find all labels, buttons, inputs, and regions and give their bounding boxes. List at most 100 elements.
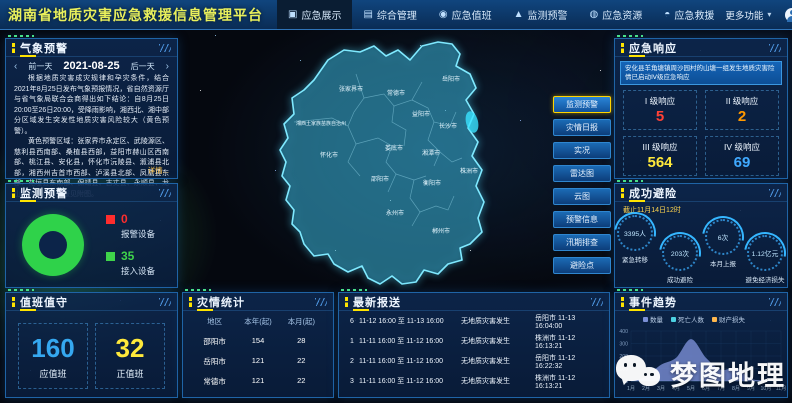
nav-item-label: 综合管理 <box>377 7 417 22</box>
nav-item[interactable]: ▤ 综合管理 <box>352 0 427 29</box>
nav-item[interactable]: ▲ 监测预警 <box>503 0 579 29</box>
app-header: 湖南省地质灾害应急救援信息管理平台 ▣ 应急展示 ▤ 综合管理 ◉ 应急值班 ▲… <box>0 0 792 30</box>
legend-label: 接入设备 <box>106 265 155 277</box>
report-seq: 2 <box>345 358 359 365</box>
map-layer-button[interactable]: 雷达图 <box>553 165 611 182</box>
map-city-label[interactable]: 衡阳市 <box>423 179 441 187</box>
report-source-time: 岳阳市 11-13 16:04:00 <box>535 313 603 330</box>
nav-item[interactable]: ◓ 应急救援 <box>653 0 725 29</box>
report-row[interactable]: 1 11-11 16:00 至 11-12 16:00 无地质灾害发生 株洲市 … <box>339 331 609 351</box>
map-city-label[interactable]: 邵阳市 <box>371 175 389 183</box>
level-value: 69 <box>734 154 751 171</box>
title-accent <box>189 297 192 307</box>
title-accent <box>12 297 15 307</box>
report-seq: 6 <box>345 318 359 325</box>
corner-lines-icon <box>159 189 171 197</box>
corner-lines-icon <box>591 298 603 306</box>
panel-header: 事件趋势 <box>615 293 787 311</box>
report-row[interactable]: 6 11-12 16:00 至 11-13 16:00 无地质灾害发生 岳阳市 … <box>339 311 609 331</box>
svg-text:6月: 6月 <box>702 385 710 392</box>
level-label: IV 级响应 <box>724 141 760 153</box>
cell-year-count: 154 <box>236 336 279 347</box>
map-city-label[interactable]: 张家界市 <box>339 85 363 93</box>
svg-text:3月: 3月 <box>657 385 665 392</box>
title-accent <box>12 43 15 53</box>
nav-item[interactable]: ◉ 应急值班 <box>428 0 503 29</box>
svg-text:9月: 9月 <box>747 385 755 392</box>
cell-region: 邵阳市 <box>193 336 236 347</box>
reports-list: 6 11-12 16:00 至 11-13 16:00 无地质灾害发生 岳阳市 … <box>339 311 609 391</box>
legend-text: 死亡人数 <box>678 314 704 324</box>
report-row[interactable]: 3 11-11 16:00 至 11-12 16:00 无地质灾害发生 株洲市 … <box>339 371 609 391</box>
chevron-down-icon: ▾ <box>767 10 771 19</box>
statistics-table: 地区 本年(起) 本月(起) 邵阳市 154 28 岳阳市 121 22 <box>183 311 333 387</box>
nav-item[interactable]: ◍ 应急资源 <box>579 0 654 29</box>
table-row[interactable]: 邵阳市 154 28 <box>193 336 323 347</box>
trend-legend-item[interactable]: 死亡人数 <box>671 314 704 324</box>
map-city-label[interactable]: 岳阳市 <box>442 75 460 83</box>
column-header: 本月(起) <box>280 316 323 327</box>
title-accent <box>621 188 624 198</box>
user-menu[interactable]: 管理员 ▾ <box>785 8 792 22</box>
legend-mark <box>712 317 717 322</box>
level-value: 564 <box>647 154 672 171</box>
map-city-label[interactable]: 株洲市 <box>460 167 478 175</box>
main-nav: ▣ 应急展示 ▤ 综合管理 ◉ 应急值班 ▲ 监测预警 ◍ 应急资源 <box>277 0 725 29</box>
panel-title: 值班值守 <box>20 294 68 310</box>
report-status: 无地质灾害发生 <box>461 336 535 346</box>
response-levels: I 级响应 5 II 级响应 2 III 级响应 564 IV 级响应 69 <box>615 85 787 176</box>
hunan-province-map[interactable]: 张家界市常德市 岳阳市湘西土家族苗族自治州 益阳市长沙市怀化市 娄底市湘潭市株洲市邵阳… <box>236 34 548 290</box>
device-donut-chart: 0 报警设备 35 接入设备 <box>6 202 177 277</box>
report-status: 无地质灾害发生 <box>461 376 535 386</box>
trend-legend-item[interactable]: 财产损失 <box>712 314 745 324</box>
report-period: 11-12 16:00 至 11-13 16:00 <box>359 316 461 326</box>
cell-year-count: 121 <box>236 356 279 367</box>
map-city-label[interactable]: 益阳市 <box>412 110 430 118</box>
svg-text:400: 400 <box>619 329 628 335</box>
map-city-label[interactable]: 娄底市 <box>385 144 403 152</box>
details-link[interactable]: 详情... <box>148 165 169 176</box>
map-layer-button[interactable]: 实况 <box>553 142 611 159</box>
map-city-label[interactable]: 郴州市 <box>432 227 450 235</box>
nav-item[interactable]: ▣ 应急展示 <box>277 0 352 29</box>
map-city-label[interactable]: 永州市 <box>386 209 404 217</box>
duty-stat-box: 32 正值班 <box>95 323 165 389</box>
next-arrow-icon[interactable]: › <box>166 61 169 72</box>
header-right: 更多功能 ▾ 管理员 ▾ <box>725 8 792 22</box>
map-layer-button[interactable]: 预警信息 <box>553 211 611 228</box>
corner-lines-icon <box>159 298 171 306</box>
nav-item-label: 应急值班 <box>452 7 492 22</box>
map-layer-button[interactable]: 监测预警 <box>553 96 611 113</box>
level-label: II 级响应 <box>726 95 759 107</box>
legend-value: 35 <box>121 249 134 263</box>
map-layer-button[interactable]: 汛期排查 <box>553 234 611 251</box>
table-row[interactable]: 常德市 121 22 <box>193 376 323 387</box>
map-layer-button[interactable]: 灾情日报 <box>553 119 611 136</box>
gauge-value: 203次 <box>671 248 689 258</box>
prev-arrow-icon[interactable]: ‹ <box>14 61 17 72</box>
table-row[interactable]: 岳阳市 121 22 <box>193 356 323 367</box>
map-layer-button[interactable]: 云图 <box>553 188 611 205</box>
more-functions-menu[interactable]: 更多功能 ▾ <box>725 8 771 22</box>
trend-legend-item[interactable]: 数量 <box>643 314 663 324</box>
corner-lines-icon <box>769 189 781 197</box>
level-value: 5 <box>656 108 664 125</box>
prev-day-button[interactable]: 前一天 <box>28 61 52 72</box>
duty-watch-panel: 值班值守 160 应值班 32 正值班 <box>5 292 178 398</box>
map-city-label[interactable]: 怀化市 <box>320 151 338 159</box>
gauge-value: 1.12亿元 <box>752 248 779 258</box>
next-day-button[interactable]: 后一天 <box>131 61 155 72</box>
title-accent <box>345 297 348 307</box>
map-city-label[interactable]: 湘潭市 <box>422 149 440 157</box>
duty-stats: 160 应值班 32 正值班 <box>6 311 177 389</box>
panel-header: 气象预警 <box>6 39 177 57</box>
report-row[interactable]: 2 11-11 16:00 至 11-12 16:00 无地质灾害发生 岳阳市 … <box>339 351 609 371</box>
map-city-label[interactable]: 湘西土家族苗族自治州 <box>296 120 346 127</box>
successful-avoidance-panel: 成功避险 截止11月14日12时 203次 成功避险 6次 本月上报 1.12亿… <box>614 183 788 288</box>
map-layer-button[interactable]: 避险点 <box>553 257 611 274</box>
map-city-label[interactable]: 长沙市 <box>439 122 457 130</box>
response-notice[interactable]: 安化县羊角塘镇周沙园村的山塘一组发生地质灾害险情已启动Ⅳ级应急响应 <box>620 61 782 85</box>
legend-value: 0 <box>121 212 128 226</box>
svg-text:5月: 5月 <box>687 385 695 392</box>
map-city-label[interactable]: 常德市 <box>387 89 405 97</box>
